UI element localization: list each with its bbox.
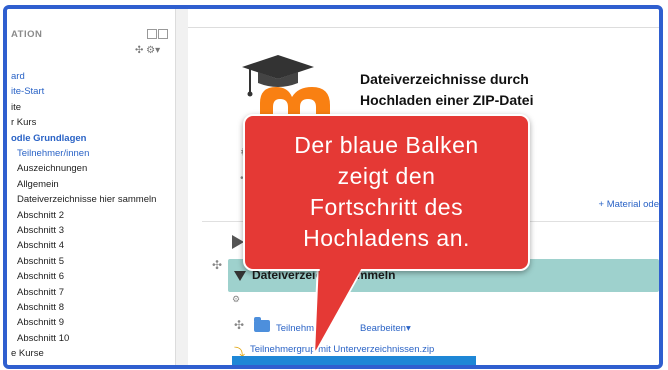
- nav-item[interactable]: Abschnitt 6: [17, 271, 64, 283]
- edit-label[interactable]: Bearbeiten: [360, 323, 406, 334]
- nav-item[interactable]: Auszeichnungen: [17, 163, 87, 175]
- folder-link[interactable]: Teilnehmert: [276, 323, 325, 334]
- course-title: Dateiverzeichnisse durch Hochladen einer…: [360, 71, 534, 108]
- gear-icon[interactable]: ⚙: [232, 294, 240, 305]
- nav-item[interactable]: e Kurse: [11, 348, 44, 360]
- nav-item[interactable]: Dateiverzeichnisse hier sammeln: [17, 194, 156, 206]
- navigation-title: ATION: [11, 29, 43, 40]
- callout-line: zeigt den: [337, 163, 436, 189]
- folder-icon: [254, 317, 270, 332]
- callout-line: Der blaue Balken: [294, 132, 479, 158]
- nav-item[interactable]: ard: [11, 71, 25, 83]
- nav-item[interactable]: Abschnitt 3: [17, 225, 64, 237]
- navigation-block: ATION ✣ ⚙▾ ard ite-Start ite r Kurs odle Gru…: [7, 9, 175, 365]
- nav-item[interactable]: ite-Start: [11, 86, 44, 98]
- callout-box: Der blaue Balken zeigt den Fortschritt des…: [243, 114, 530, 271]
- block-controls[interactable]: [147, 29, 168, 39]
- callout-line: Hochladens an.: [303, 225, 470, 251]
- nav-item[interactable]: Abschnitt 2: [17, 210, 64, 222]
- add-material-link[interactable]: + Material ode: [599, 199, 659, 210]
- move-gear-icon[interactable]: ✣ ⚙▾: [135, 45, 160, 56]
- nav-item[interactable]: r Kurs: [11, 117, 36, 129]
- upload-progress-fill: [232, 356, 476, 365]
- nav-item[interactable]: Abschnitt 10: [17, 333, 69, 345]
- move-icon[interactable]: ✣: [212, 258, 222, 272]
- edit-menu[interactable]: Bearbeiten▾: [360, 323, 411, 334]
- collapse-arrow-icon[interactable]: [234, 271, 246, 281]
- upload-file-name: Teilnehmergrup mit Unterverzeichnissen.z…: [250, 344, 435, 355]
- callout-line: Fortschritt des: [309, 194, 464, 220]
- nav-item[interactable]: odle Grundlagen: [11, 133, 86, 145]
- nav-item[interactable]: Abschnitt 9: [17, 317, 64, 329]
- nav-item[interactable]: Abschnitt 8: [17, 302, 64, 314]
- nav-item[interactable]: Abschnitt 5: [17, 256, 64, 268]
- divider: [188, 27, 659, 28]
- upload-progress-bar: [232, 356, 476, 365]
- nav-item[interactable]: Allgemein: [17, 179, 59, 191]
- nav-item[interactable]: ite: [11, 102, 21, 114]
- move-icon[interactable]: ✣: [234, 318, 244, 332]
- nav-item[interactable]: Abschnitt 4: [17, 240, 64, 252]
- nav-item[interactable]: Abschnitt 7: [17, 287, 64, 299]
- callout-text: Der blaue Balken zeigt den Fortschritt des…: [245, 130, 528, 254]
- nav-item[interactable]: Teilnehmer/innen: [17, 148, 89, 160]
- dock-icon[interactable]: [147, 29, 157, 39]
- page-gutter: [175, 9, 189, 365]
- collapse-icon[interactable]: [158, 29, 168, 39]
